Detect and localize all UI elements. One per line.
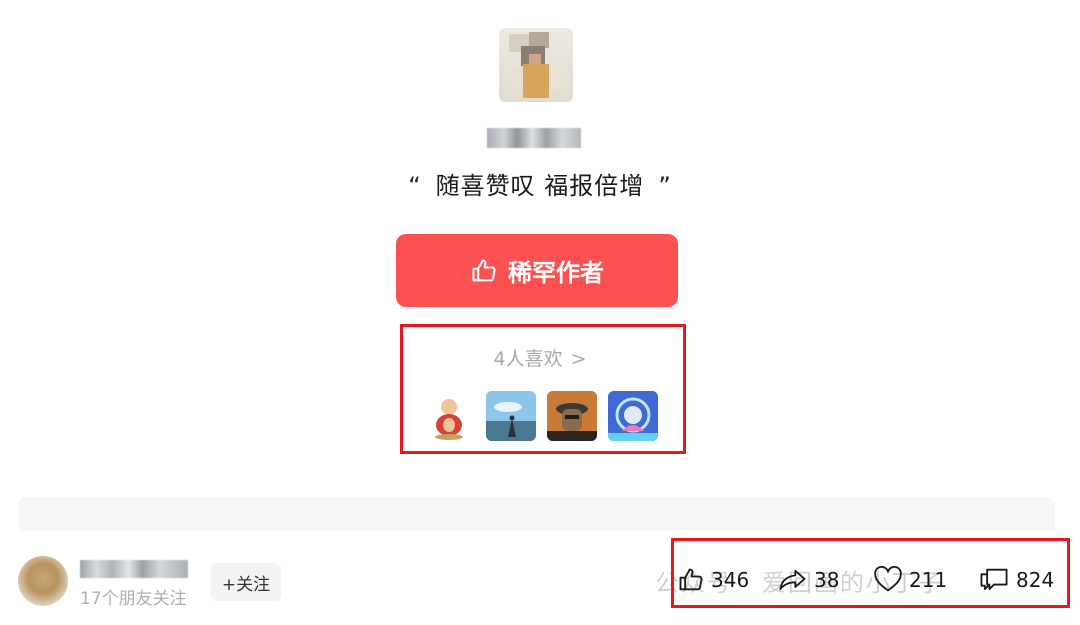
chevron-right-icon: > [570,348,587,370]
likers-count-link[interactable]: 4人喜欢 > [0,344,1080,371]
share-arrow-icon [779,569,806,591]
thumbs-up-icon [679,568,703,591]
comment-button[interactable]: 824 [978,566,1054,594]
reward-button-label: 稀罕作者 [508,259,604,287]
section-divider [18,497,1055,531]
lotus-light-icon [608,391,658,441]
liker-avatar-2[interactable] [486,391,536,441]
account-name[interactable] [80,560,188,578]
account-avatar[interactable] [18,556,68,606]
article-footer: “ 随喜赞叹 福报倍增 ” 稀罕作者 4人喜欢 > 17个朋友关注 +关注 公众号 … [0,0,1080,625]
author-quote: “ 随喜赞叹 福报倍增 ” [0,166,1080,201]
like-button[interactable]: 346 [677,566,749,594]
author-name[interactable] [487,128,581,148]
liker-avatar-4[interactable] [608,391,658,441]
like-count: 346 [711,568,750,592]
share-count: 38 [814,568,840,592]
comment-bubble-icon [980,568,1008,591]
heart-icon [874,566,902,592]
quote-text: 随喜赞叹 福报倍增 [435,172,645,200]
share-button[interactable]: 38 [778,566,839,594]
author-avatar[interactable] [499,28,573,102]
person-hat-icon [547,391,597,441]
friends-follow-count: 17个朋友关注 [80,589,187,609]
favorite-button[interactable]: 211 [873,566,947,594]
quote-open-mark: “ [408,172,422,200]
liker-avatar-3[interactable] [547,391,597,441]
buddha-figure-icon [424,391,474,441]
comment-count: 824 [1016,568,1055,592]
reward-author-button[interactable]: 稀罕作者 [396,234,678,307]
likers-count-label: 4人喜欢 [493,348,563,370]
favorite-count: 211 [909,568,948,592]
sky-scene-icon [486,391,536,441]
quote-close-mark: ” [658,172,672,200]
liker-avatar-1[interactable] [424,391,474,441]
follow-button[interactable]: +关注 [211,563,281,601]
thumbs-up-icon [472,258,496,281]
